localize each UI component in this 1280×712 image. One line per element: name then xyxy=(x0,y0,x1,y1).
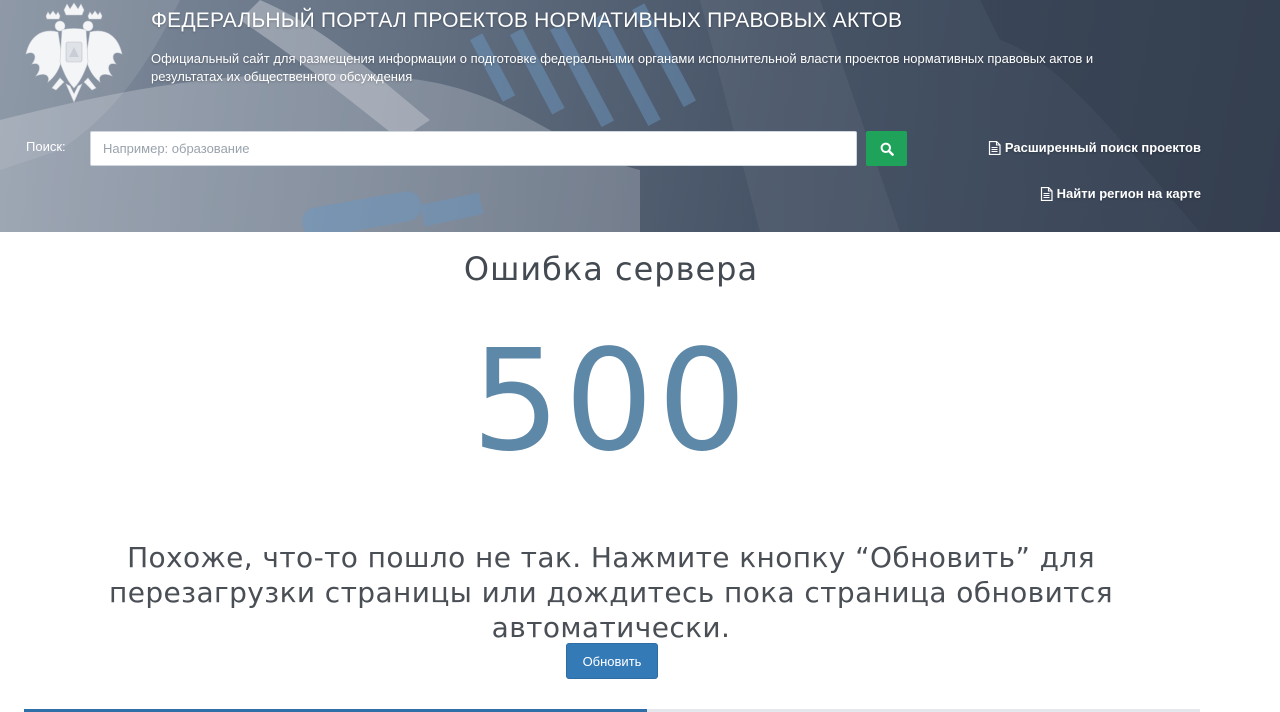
search-label: Поиск: xyxy=(26,139,66,154)
magnifier-icon xyxy=(880,142,894,156)
search-input[interactable] xyxy=(90,131,857,166)
site-header: ФЕДЕРАЛЬНЫЙ ПОРТАЛ ПРОЕКТОВ НОРМАТИВНЫХ … xyxy=(0,0,1280,232)
refresh-button[interactable]: Обновить xyxy=(566,643,658,679)
find-region-link[interactable]: Найти регион на карте xyxy=(1040,186,1201,201)
find-region-label: Найти регион на карте xyxy=(1056,186,1201,201)
document-icon xyxy=(988,140,1001,155)
search-button[interactable] xyxy=(866,131,907,166)
site-title: ФЕДЕРАЛЬНЫЙ ПОРТАЛ ПРОЕКТОВ НОРМАТИВНЫХ … xyxy=(151,9,903,32)
site-subtitle: Официальный сайт для размещения информац… xyxy=(151,51,1094,84)
advanced-search-link[interactable]: Расширенный поиск проектов xyxy=(988,140,1201,155)
error-title: Ошибка сервера xyxy=(463,250,759,288)
error-code: 500 xyxy=(471,320,751,483)
error-message: Похоже, что-то пошло не так. Нажмите кно… xyxy=(109,541,1113,644)
advanced-search-label: Расширенный поиск проектов xyxy=(1004,140,1201,155)
coat-of-arms-icon xyxy=(25,2,123,103)
document-icon xyxy=(1040,186,1053,201)
